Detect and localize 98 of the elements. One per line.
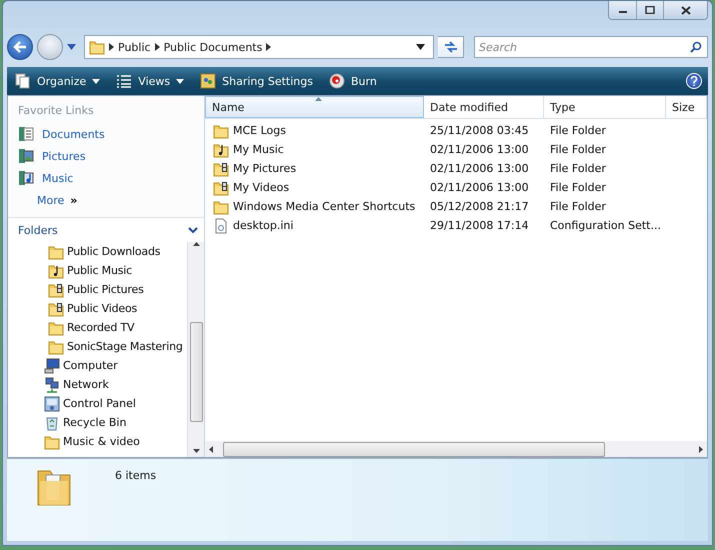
favorite-link[interactable]: Documents: [18, 123, 105, 145]
film-folder-icon: [213, 160, 229, 176]
folder-icon: [48, 320, 64, 336]
scroll-left-icon: [209, 446, 213, 452]
pictures-icon: [18, 148, 34, 164]
minimize-button[interactable]: [609, 1, 636, 19]
list-view-icon: [116, 73, 132, 89]
file-name-cell[interactable]: My Videos: [205, 180, 424, 196]
documents-icon: [18, 126, 34, 142]
settings-file-icon: [213, 218, 229, 234]
folder-icon: [44, 434, 60, 450]
scroll-up-icon: [192, 242, 200, 246]
close-button[interactable]: [663, 1, 707, 19]
table-cell-text: 02/11/2006 13:00: [429, 143, 530, 156]
breadcrumb-segment[interactable]: Public: [114, 40, 155, 54]
dropdown-icon: [416, 44, 425, 50]
table-cell-text: Configuration Sett...: [549, 219, 662, 232]
table-cell-text: 02/11/2006 13:00: [429, 162, 530, 175]
tree-item[interactable]: Computer: [8, 356, 118, 375]
control-panel-icon: [44, 396, 60, 412]
tree-item[interactable]: Recycle Bin: [8, 413, 126, 432]
maximize-icon: [645, 6, 655, 14]
back-button[interactable]: [7, 34, 33, 60]
tree-item[interactable]: Network: [8, 375, 109, 394]
table-cell-text: 25/11/2008 03:45: [429, 124, 530, 137]
tree-item[interactable]: Public Pictures: [8, 280, 144, 299]
breadcrumb-segment[interactable]: Public Documents: [160, 40, 266, 54]
tree-item[interactable]: Public Videos: [8, 299, 138, 318]
dropdown-icon: [67, 44, 76, 50]
history-dropdown[interactable]: [67, 44, 76, 50]
music-folder-icon: [48, 262, 64, 278]
recycle-bin-icon: [44, 414, 60, 430]
toolbar-button[interactable]: Sharing Settings: [198, 71, 315, 91]
scroll-down-icon: [192, 449, 200, 453]
tree-item[interactable]: SonicStage Mastering: [8, 337, 183, 356]
tree-item[interactable]: Public Downloads: [8, 242, 160, 261]
tree-item[interactable]: Music & video: [8, 432, 140, 451]
favorite-link[interactable]: Pictures: [18, 145, 86, 167]
network-icon: [44, 376, 60, 392]
dropdown-icon: [176, 78, 184, 84]
folders-header[interactable]: Folders: [8, 218, 204, 242]
refresh-button[interactable]: [438, 36, 464, 58]
section-title: Favorite Links: [18, 104, 95, 117]
maximize-button[interactable]: [636, 1, 663, 19]
music-icon: [18, 170, 34, 186]
disc-icon: [328, 73, 345, 89]
tree-item[interactable]: Public Music: [8, 261, 132, 280]
favorite-link[interactable]: Music: [18, 167, 74, 189]
vertical-scrollbar[interactable]: [187, 242, 204, 457]
table-cell-text: File Folder: [549, 124, 607, 137]
chevron-icon: [188, 226, 198, 234]
folder-icon: [48, 244, 64, 260]
scroll-right-icon: [699, 446, 703, 452]
close-icon: [680, 6, 690, 14]
column-header[interactable]: Name: [205, 96, 424, 118]
file-name-cell[interactable]: My Pictures: [205, 160, 424, 176]
more-link[interactable]: More »: [18, 189, 78, 211]
tree-item[interactable]: Recorded TV: [8, 318, 134, 337]
table-cell-text: 05/12/2008 21:17: [429, 200, 530, 213]
dropdown-icon: [92, 78, 100, 84]
file-name-cell[interactable]: My Music: [205, 142, 424, 158]
address-bar[interactable]: Public Public Documents: [84, 35, 434, 59]
table-cell-text: File Folder: [549, 143, 607, 156]
refresh-arrows-icon: [444, 41, 458, 53]
folder-icon: [48, 338, 64, 354]
music-folder-icon: [213, 142, 229, 158]
breadcrumb-arrow-icon: [109, 43, 114, 51]
file-name-cell[interactable]: Windows Media Center Shortcuts: [205, 198, 424, 214]
folder-icon: [89, 39, 105, 55]
sort-arrow-icon: [314, 97, 322, 101]
horizontal-scrollbar[interactable]: [205, 441, 707, 457]
search-icon: [690, 41, 702, 53]
item-count: 6 items: [114, 468, 156, 484]
breadcrumb-arrow-icon: [154, 43, 160, 51]
folder-icon: [213, 122, 229, 138]
folder-icon: [213, 198, 229, 214]
film-folder-icon: [48, 300, 64, 316]
computer-icon: [44, 358, 60, 374]
toolbar-button[interactable]: Organize: [13, 71, 102, 91]
help-button[interactable]: [686, 73, 702, 89]
table-cell-text: 29/11/2008 17:14: [429, 219, 530, 232]
table-cell-text: File Folder: [549, 162, 607, 175]
breadcrumb-arrow-icon: [266, 43, 272, 51]
toolbar-button[interactable]: Views: [114, 71, 186, 91]
film-folder-icon: [213, 180, 229, 196]
film-folder-icon: [48, 282, 64, 298]
tree-item[interactable]: Control Panel: [8, 394, 136, 413]
file-name-cell[interactable]: desktop.ini: [205, 218, 424, 234]
documents-stack-icon: [15, 73, 31, 89]
table-cell-text: 02/11/2006 13:00: [429, 181, 530, 194]
table-cell-text: File Folder: [549, 200, 607, 213]
search-field[interactable]: Search: [474, 36, 708, 58]
question-mark-icon: [690, 76, 698, 86]
toolbar-button[interactable]: Burn: [326, 71, 379, 91]
file-name-cell[interactable]: MCE Logs: [205, 122, 424, 138]
table-cell-text: File Folder: [549, 181, 607, 194]
sharing-settings-icon: [200, 73, 216, 89]
back-arrow-icon: [13, 41, 27, 53]
